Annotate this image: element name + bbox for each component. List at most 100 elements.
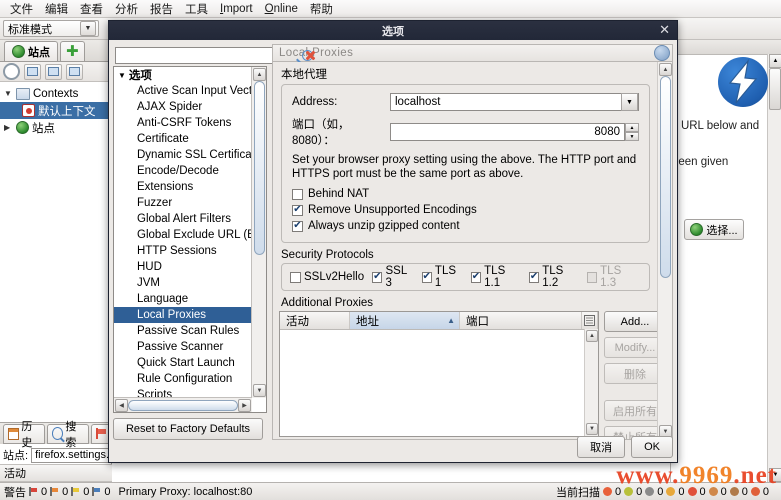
scroll-thumb-horizontal[interactable] — [128, 400, 238, 411]
options-item-encode-decode[interactable]: Encode/Decode — [114, 163, 252, 179]
options-item-active-scan-input-vector[interactable]: Active Scan Input Vector — [114, 83, 252, 99]
options-tree-vscrollbar[interactable]: ▲ ▼ — [251, 67, 266, 398]
expand-all-icon[interactable] — [45, 63, 62, 80]
scroll-thumb-vertical[interactable] — [660, 76, 671, 278]
cancel-button[interactable]: 取消 — [577, 436, 626, 458]
options-tree[interactable]: ▼ 选项 Active Scan Input Vector AJAX Spide… — [113, 66, 267, 413]
scroll-up-icon[interactable]: ▲ — [586, 330, 598, 342]
options-item-fuzzer[interactable]: Fuzzer — [114, 195, 252, 211]
new-context-icon[interactable] — [24, 63, 41, 80]
chevron-right-icon[interactable]: ▶ — [4, 123, 13, 132]
menu-online[interactable]: Online — [259, 2, 304, 16]
options-item-rule-configuration[interactable]: Rule Configuration — [114, 371, 252, 387]
menu-report[interactable]: 报告 — [144, 0, 179, 18]
column-address[interactable]: 地址 ▲ — [350, 312, 460, 329]
options-item-language[interactable]: Language — [114, 291, 252, 307]
sslv2hello-row[interactable]: SSLv2Hello — [290, 269, 364, 285]
port-stepper[interactable]: 8080 ▲ ▼ — [390, 123, 639, 141]
scroll-down-icon[interactable]: ▼ — [253, 384, 266, 397]
address-combobox[interactable]: localhost ▼ — [390, 93, 639, 111]
tls1-checkbox[interactable] — [421, 271, 432, 283]
scroll-right-icon[interactable]: ▶ — [238, 399, 251, 412]
options-item-ajax-spider[interactable]: AJAX Spider — [114, 99, 252, 115]
menu-tools[interactable]: 工具 — [179, 0, 214, 18]
spinner-up-icon[interactable]: ▲ — [625, 123, 639, 132]
panel-vscrollbar[interactable]: ▲ ▼ — [657, 62, 672, 439]
tab-add[interactable]: ✚ — [60, 41, 85, 61]
options-item-anti-csrf-tokens[interactable]: Anti-CSRF Tokens — [114, 115, 252, 131]
tree-row-sites[interactable]: ▶ 站点 — [0, 119, 111, 136]
scroll-up-icon[interactable]: ▲ — [769, 54, 781, 68]
chevron-down-icon[interactable]: ▼ — [4, 89, 13, 98]
options-item-http-sessions[interactable]: HTTP Sessions — [114, 243, 252, 259]
column-active[interactable]: 活动 — [280, 312, 350, 329]
menu-analyse[interactable]: 分析 — [109, 0, 144, 18]
scroll-up-icon[interactable]: ▲ — [253, 68, 266, 81]
options-item-dynamic-ssl-certificates[interactable]: Dynamic SSL Certificates — [114, 147, 252, 163]
scroll-down-icon[interactable]: ▼ — [586, 423, 598, 435]
help-icon[interactable] — [654, 45, 670, 61]
target-icon[interactable] — [3, 63, 20, 80]
ok-button[interactable]: OK — [631, 436, 673, 458]
ssl3-checkbox[interactable] — [372, 271, 383, 283]
tls12-checkbox[interactable] — [528, 271, 540, 283]
column-address-label: 地址 — [356, 315, 379, 328]
spinner-down-icon[interactable]: ▼ — [625, 132, 639, 141]
options-item-global-alert-filters[interactable]: Global Alert Filters — [114, 211, 252, 227]
table-vscrollbar[interactable]: ▲ ▼ — [584, 329, 598, 436]
port-input[interactable]: 8080 — [390, 123, 625, 141]
collapse-all-icon[interactable] — [66, 63, 83, 80]
scroll-left-icon[interactable]: ◀ — [115, 399, 128, 412]
behind-nat-row[interactable]: Behind NAT — [292, 186, 639, 202]
always-unzip-row[interactable]: Always unzip gzipped content — [292, 218, 639, 234]
close-icon[interactable]: ✕ — [659, 23, 670, 37]
search-input[interactable] — [115, 47, 298, 64]
select-button[interactable]: 选择... — [684, 219, 744, 240]
menu-help[interactable]: 帮助 — [304, 0, 339, 18]
quickstart-scrollbar[interactable]: ▲ ▼ — [767, 54, 781, 482]
tree-row-default-context[interactable]: 默认上下文 — [0, 102, 111, 119]
mode-combobox[interactable]: 标准模式 ▼ — [3, 20, 99, 37]
tls11-checkbox[interactable] — [470, 271, 482, 283]
menu-file[interactable]: 文件 — [4, 0, 39, 18]
tab-search[interactable]: 搜索 — [47, 421, 89, 449]
chevron-down-icon[interactable]: ▼ — [621, 93, 638, 111]
tab-history[interactable]: 历史 — [3, 421, 45, 449]
additional-proxies-table[interactable]: 活动 地址 ▲ 端口 ▲ ▼ — [279, 311, 599, 437]
scroll-thumb[interactable] — [769, 68, 781, 110]
options-item-local-proxies[interactable]: Local Proxies — [114, 307, 252, 323]
scroll-up-icon[interactable]: ▲ — [659, 63, 672, 76]
options-item-hud[interactable]: HUD — [114, 259, 252, 275]
behind-nat-checkbox[interactable] — [292, 188, 303, 200]
tab-sites[interactable]: 站点 — [4, 41, 58, 61]
remove-unsupported-encodings-checkbox[interactable] — [292, 204, 303, 216]
menu-import[interactable]: Import — [214, 2, 259, 16]
tree-row-contexts[interactable]: ▼ Contexts — [0, 85, 111, 102]
options-item-extensions[interactable]: Extensions — [114, 179, 252, 195]
menu-view[interactable]: 查看 — [74, 0, 109, 18]
sslv2hello-checkbox[interactable] — [290, 271, 301, 283]
options-item-certificate[interactable]: Certificate — [114, 131, 252, 147]
menu-edit[interactable]: 编辑 — [39, 0, 74, 18]
tls1-row[interactable]: TLS 1 — [421, 265, 463, 289]
options-item-global-exclude-url[interactable]: Global Exclude URL (Beta — [114, 227, 252, 243]
options-tree-root[interactable]: ▼ 选项 — [114, 67, 252, 83]
chevron-down-icon[interactable]: ▼ — [118, 71, 126, 80]
site-filter-input[interactable]: firefox.settings.se — [31, 447, 110, 463]
options-item-passive-scan-rules[interactable]: Passive Scan Rules — [114, 323, 252, 339]
remove-unsupported-encodings-row[interactable]: Remove Unsupported Encodings — [292, 202, 639, 218]
always-unzip-checkbox[interactable] — [292, 220, 303, 232]
column-port[interactable]: 端口 — [460, 312, 582, 329]
options-item-jvm[interactable]: JVM — [114, 275, 252, 291]
options-item-quick-start-launch[interactable]: Quick Start Launch — [114, 355, 252, 371]
chevron-down-icon[interactable]: ▼ — [80, 21, 96, 36]
options-tree-hscrollbar[interactable]: ◀ ▶ — [114, 397, 252, 412]
ssl3-row[interactable]: SSL 3 — [372, 265, 413, 289]
tls11-row[interactable]: TLS 1.1 — [470, 265, 521, 289]
port-spinner[interactable]: ▲ ▼ — [625, 123, 639, 141]
table-column-chooser-icon[interactable] — [582, 312, 598, 329]
options-item-passive-scanner[interactable]: Passive Scanner — [114, 339, 252, 355]
scroll-thumb-vertical[interactable] — [254, 81, 265, 255]
dialog-titlebar[interactable]: 选项 ✕ — [109, 21, 677, 40]
tls12-row[interactable]: TLS 1.2 — [528, 265, 579, 289]
